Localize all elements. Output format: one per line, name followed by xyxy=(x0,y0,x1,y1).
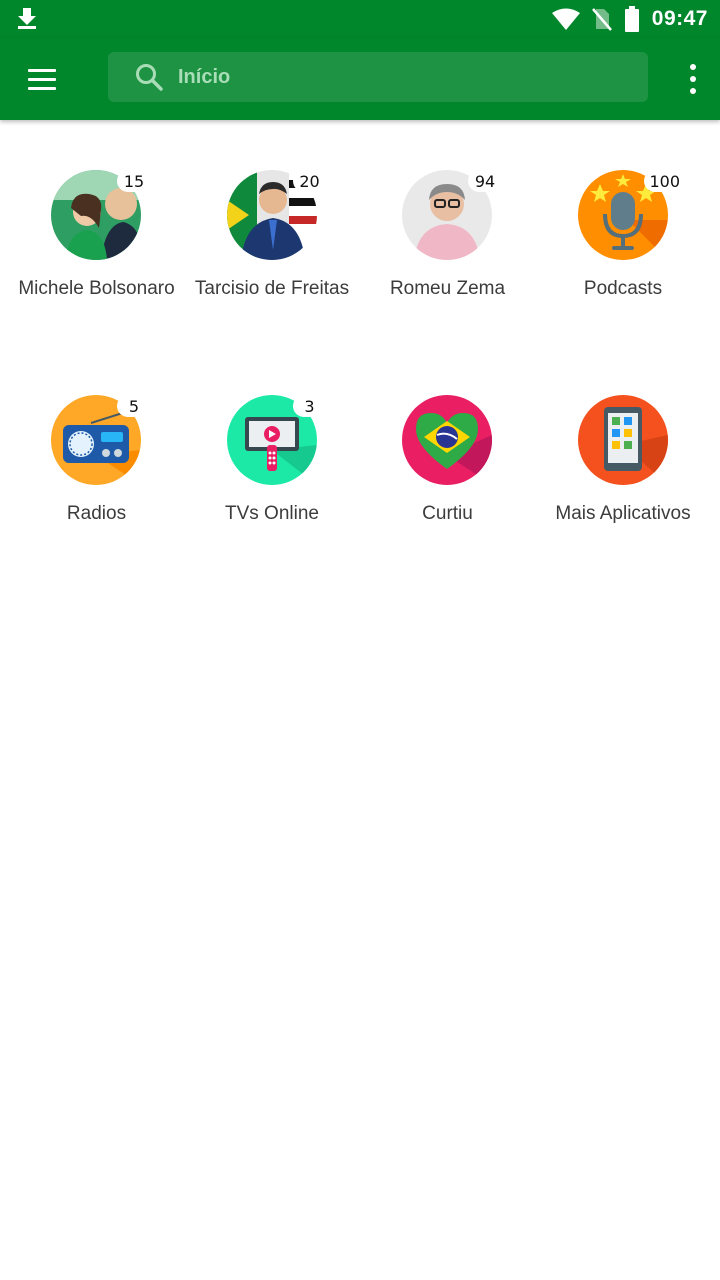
grid-item-tvs-online[interactable]: 3 TVs Online xyxy=(185,395,360,535)
item-label: Tarcisio de Freitas xyxy=(194,278,350,299)
item-label: TVs Online xyxy=(225,503,319,524)
menu-icon[interactable] xyxy=(20,60,64,98)
grid-item-podcasts[interactable]: 100 Podcasts xyxy=(536,170,711,310)
more-vert-icon[interactable] xyxy=(686,64,700,94)
status-time: 09:47 xyxy=(651,7,708,30)
download-icon xyxy=(18,8,36,29)
brazil-heart-icon xyxy=(402,395,492,485)
app-bar: Início xyxy=(0,38,720,120)
item-label: Mais Aplicativos xyxy=(555,503,691,524)
status-bar: 09:47 xyxy=(0,0,720,38)
grid-item-tarcisio-de-freitas[interactable]: 20 Tarcisio de Freitas xyxy=(185,170,360,310)
search-bar[interactable]: Início xyxy=(108,52,648,102)
item-label: Podcasts xyxy=(583,278,663,299)
item-count-badge: 15 xyxy=(117,170,151,192)
item-label: Radios xyxy=(66,503,127,524)
item-label: Curtiu xyxy=(422,503,473,524)
search-label: Início xyxy=(178,65,231,88)
item-count-badge: 94 xyxy=(468,170,502,192)
wifi-icon xyxy=(551,8,580,30)
grid-item-michele-bolsonaro[interactable]: 15 Michele Bolsonaro xyxy=(9,170,184,310)
grid-item-romeu-zema[interactable]: 94 Romeu Zema xyxy=(360,170,535,310)
item-count-badge: 3 xyxy=(292,395,327,417)
item-count-badge: 20 xyxy=(292,170,327,192)
grid-item-curtiu[interactable]: Curtiu xyxy=(360,395,535,535)
item-label: Romeu Zema xyxy=(389,278,506,299)
battery-icon xyxy=(624,6,639,32)
search-icon xyxy=(136,64,163,91)
grid-item-radios[interactable]: 5 Radios xyxy=(9,395,184,535)
item-count-badge: 5 xyxy=(117,395,151,417)
item-count-badge: 100 xyxy=(643,170,687,192)
grid-item-mais-aplicativos[interactable]: Mais Aplicativos xyxy=(536,395,711,535)
apps-phone-icon xyxy=(577,395,668,485)
item-label: Michele Bolsonaro xyxy=(18,278,175,299)
no-sim-icon xyxy=(591,8,612,31)
